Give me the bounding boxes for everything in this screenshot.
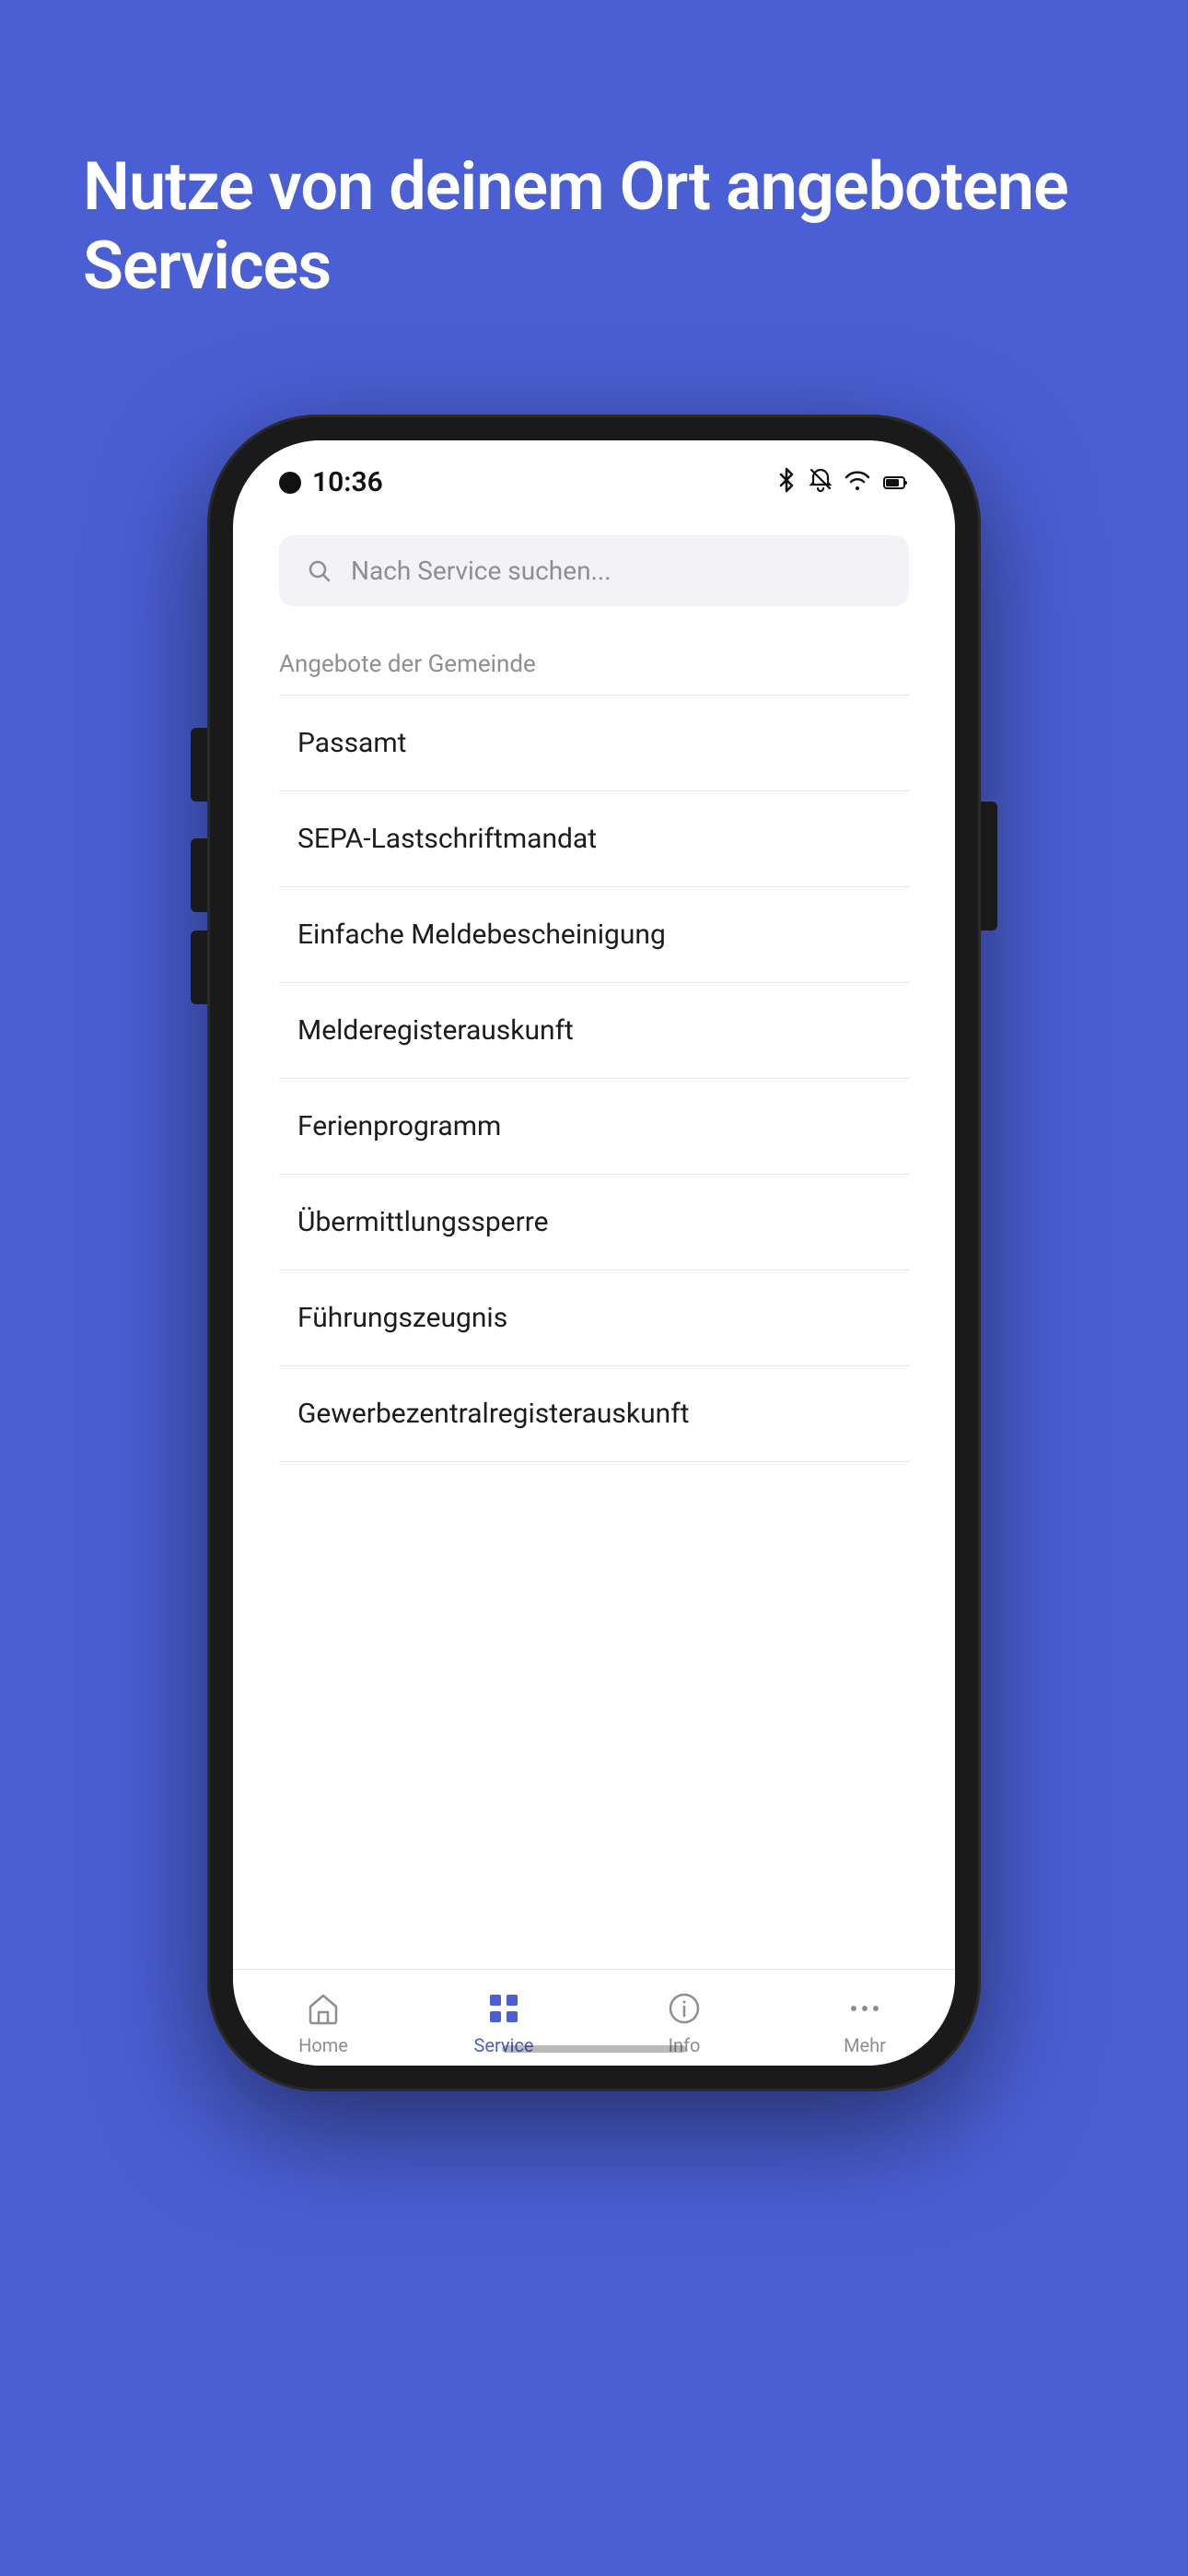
wifi-icon [844,470,870,496]
hero-title: Nutze von deinem Ort angebotene Services [83,147,1105,307]
camera-dot [279,472,301,494]
list-item[interactable]: Einfache Meldebescheinigung [279,887,909,983]
bluetooth-icon [776,467,797,498]
list-item[interactable]: Gewerbezentralregisterauskunft [279,1366,909,1462]
phone-device: 10:36 [207,415,981,2091]
phone-shell: 10:36 [207,415,981,2091]
home-indicator [502,2045,686,2053]
phone-screen: 10:36 [233,440,955,2066]
phone-content: 10:36 [233,440,955,2066]
status-icons [776,467,909,498]
service-list: Passamt SEPA-Lastschriftmandat Einfache … [279,695,909,1462]
info-icon [664,1988,705,2029]
more-icon [844,1988,885,2029]
home-icon [303,1988,344,2029]
section-title: Angebote der Gemeinde [279,650,909,678]
nav-label-home: Home [298,2034,348,2056]
search-bar[interactable]: Nach Service suchen... [279,535,909,606]
search-icon [305,556,334,586]
search-placeholder: Nach Service suchen... [351,556,611,586]
battery-icon [883,470,909,496]
status-time: 10:36 [279,466,383,498]
bell-off-icon [809,468,832,498]
app-content: Nach Service suchen... Angebote der Geme… [233,508,955,2066]
list-item[interactable]: Ferienprogramm [279,1079,909,1175]
status-bar: 10:36 [233,440,955,508]
list-item[interactable]: Übermittlungssperre [279,1175,909,1270]
nav-item-mehr[interactable]: Mehr [775,1988,955,2056]
list-item[interactable]: Passamt [279,695,909,791]
list-item[interactable]: Führungszeugnis [279,1270,909,1366]
service-icon [483,1988,524,2029]
nav-item-home[interactable]: Home [233,1988,413,2056]
list-item[interactable]: Melderegisterauskunft [279,983,909,1079]
nav-label-mehr: Mehr [844,2034,886,2056]
list-item[interactable]: SEPA-Lastschriftmandat [279,791,909,887]
